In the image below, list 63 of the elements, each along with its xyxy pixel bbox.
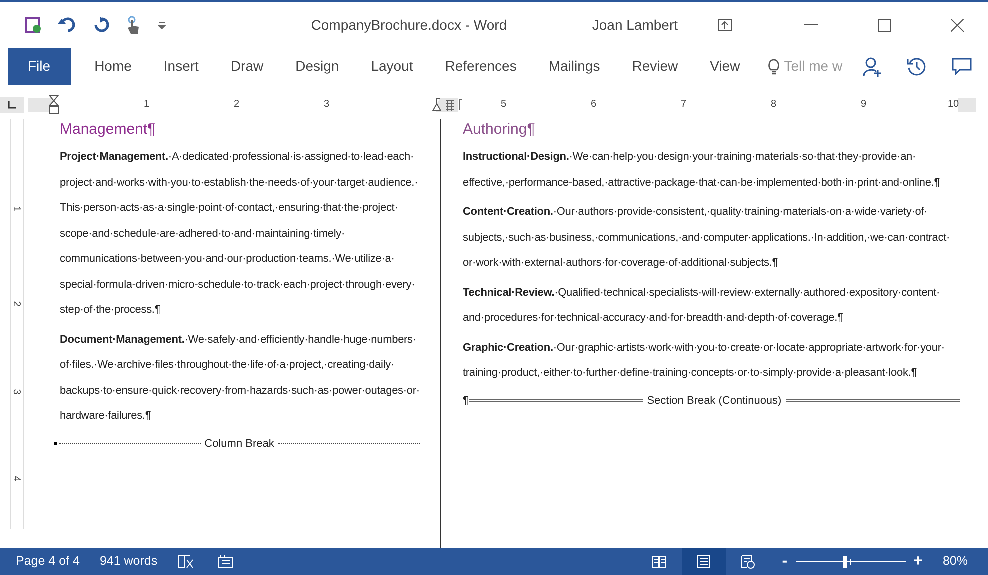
lightbulb-icon[interactable] xyxy=(768,58,780,74)
proofing-book-icon[interactable] xyxy=(178,554,194,568)
ribbon-tab[interactable]: References xyxy=(429,48,533,85)
save-icon[interactable] xyxy=(24,16,42,34)
ribbon-tab[interactable]: Mailings xyxy=(532,48,616,85)
section-heading: Authoring¶ xyxy=(463,120,536,140)
macro-icon[interactable] xyxy=(218,554,234,568)
customize-icon[interactable] xyxy=(158,21,166,29)
web-view-icon xyxy=(740,554,756,568)
zoom-in-button[interactable]: + xyxy=(914,550,923,574)
ribbon-tab[interactable]: Design xyxy=(280,48,356,85)
minimize-icon[interactable] xyxy=(804,24,818,26)
ribbon-display-icon[interactable] xyxy=(718,19,732,31)
ruler-number: 2 xyxy=(10,301,21,307)
ribbon-tab[interactable]: Home xyxy=(78,48,148,85)
maximize-icon[interactable] xyxy=(878,18,891,32)
share-person-icon[interactable] xyxy=(862,56,882,76)
ruler-number: 1 xyxy=(10,206,21,212)
ruler-number: 2 xyxy=(234,98,240,112)
zoom-level[interactable]: 80% xyxy=(942,552,968,571)
column-marker-icon[interactable] xyxy=(432,98,462,112)
undo-icon[interactable] xyxy=(58,17,78,33)
ruler-number: 3 xyxy=(324,98,330,112)
history-icon[interactable] xyxy=(907,56,927,76)
print-view-icon xyxy=(696,554,712,568)
ruler-number: 5 xyxy=(501,98,507,112)
word-count[interactable]: 941 words xyxy=(100,552,158,571)
page-count[interactable]: Page 4 of 4 xyxy=(16,552,80,571)
window-title: CompanyBrochure.docx - Word xyxy=(311,16,508,35)
section-break-marker: Section Break (Continuous) xyxy=(646,394,783,408)
zoom-slider[interactable] xyxy=(796,556,906,568)
body-paragraph: Graphic·Creation.·Our·graphic·artists·work·with·you·to·create·or·locate·appropriate·artwork·for·your·training·product,·either·to·further·define·training·concepts·or·to·simply·provide·a·pleasant·look.¶ xyxy=(463,340,946,381)
ribbon-tab[interactable]: Insert xyxy=(148,48,215,85)
ruler-number: 10 xyxy=(948,98,960,112)
pilcrow-mark: ¶ xyxy=(463,394,469,408)
left-tab-icon xyxy=(8,101,16,109)
redo-icon[interactable] xyxy=(94,17,110,33)
read-view-icon xyxy=(652,554,668,568)
comment-icon[interactable] xyxy=(952,58,972,76)
body-paragraph: Document·Management.·We·safely·and·efficiently·handle·huge·numbers·of·files.·We·archive·files·throughout·the·life·of·a·project,·creating·daily·backups·to·ensure·quick·recovery·from·hazards·such·as·power·outages·or·hardware·failures.¶ xyxy=(60,332,420,424)
column-break-marker: Column Break xyxy=(204,436,276,452)
ruler-number: 7 xyxy=(681,98,687,112)
ruler-number: 6 xyxy=(591,98,597,112)
indent-marker-icon[interactable] xyxy=(49,95,59,115)
ruler-number: 8 xyxy=(771,98,777,112)
ruler-number: 3 xyxy=(10,389,21,395)
ruler-number: 9 xyxy=(861,98,867,112)
touch-icon[interactable] xyxy=(126,16,142,34)
section-heading: Management¶ xyxy=(60,120,157,140)
user-name: Joan Lambert xyxy=(592,16,678,34)
ribbon-tab[interactable]: Review xyxy=(616,48,694,85)
ribbon-tab[interactable]: Draw xyxy=(214,48,280,85)
close-icon[interactable] xyxy=(951,18,964,32)
ruler-number: 4 xyxy=(10,476,21,482)
ribbon-tab[interactable]: Layout xyxy=(355,48,430,85)
paragraph-mark xyxy=(54,442,57,446)
ribbon-tab[interactable]: File xyxy=(8,48,71,85)
ruler-number: 1 xyxy=(144,98,150,112)
ribbon-tab[interactable]: View xyxy=(694,48,756,85)
print-view-button[interactable] xyxy=(682,548,726,575)
zoom-out-button[interactable]: - xyxy=(782,550,788,574)
tab-selector[interactable] xyxy=(0,97,24,113)
zoom-thumb[interactable] xyxy=(843,556,848,568)
